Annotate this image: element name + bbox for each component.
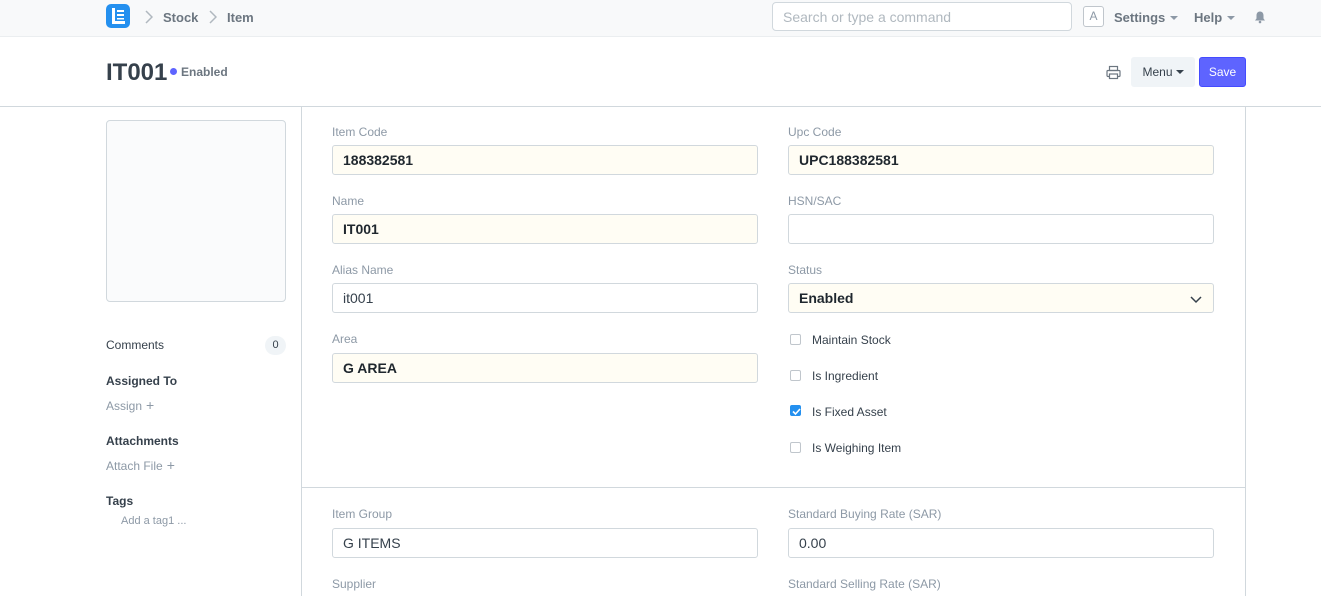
- maintain-stock-checkbox[interactable]: [790, 334, 801, 345]
- standard-selling-rate-label: Standard Selling Rate (SAR): [788, 577, 941, 591]
- help-label: Help: [1194, 10, 1223, 25]
- is-ingredient-label: Is Ingredient: [812, 369, 879, 383]
- item-code-field[interactable]: 188382581: [332, 145, 758, 175]
- name-field[interactable]: IT001: [332, 214, 758, 244]
- is-fixed-asset-label: Is Fixed Asset: [812, 405, 887, 419]
- breadcrumb-stock[interactable]: Stock: [163, 10, 198, 25]
- name-label: Name: [332, 194, 365, 208]
- navbar: Stock Item A Settings Help: [0, 0, 1321, 37]
- supplier-label: Supplier: [332, 577, 377, 591]
- hsn-sac-field[interactable]: [788, 214, 1214, 244]
- is-ingredient-checkbox[interactable]: [790, 370, 801, 381]
- header-divider: [0, 106, 1321, 107]
- plus-icon: +: [166, 457, 175, 473]
- page-title: IT001: [106, 59, 168, 86]
- is-fixed-asset-checkbox[interactable]: [790, 405, 801, 416]
- comments-label: Comments: [106, 338, 165, 352]
- upc-code-field[interactable]: UPC188382581: [788, 145, 1214, 175]
- menu-button[interactable]: Menu: [1131, 57, 1195, 87]
- caret-down-icon: [1175, 69, 1184, 74]
- settings-label: Settings: [1114, 10, 1166, 25]
- status-select[interactable]: Enabled: [788, 283, 1214, 313]
- item-image-placeholder[interactable]: [106, 120, 286, 302]
- caret-down-icon: [1227, 15, 1236, 20]
- settings-menu[interactable]: Settings: [1114, 10, 1179, 25]
- attachments-heading: Attachments: [106, 434, 179, 448]
- status-badge: Enabled: [181, 65, 228, 79]
- form-border: [301, 107, 302, 596]
- item-code-label: Item Code: [332, 125, 388, 139]
- assign-link[interactable]: Assign +: [106, 397, 154, 413]
- caret-down-icon: [1170, 15, 1179, 20]
- chevron-right-icon: [209, 10, 217, 24]
- avatar[interactable]: A: [1083, 6, 1104, 27]
- chevron-down-icon: [1190, 296, 1202, 304]
- search-input[interactable]: [772, 2, 1072, 31]
- is-weighing-item-checkbox[interactable]: [790, 442, 801, 453]
- checkmark-icon: [792, 408, 801, 416]
- menu-label: Menu: [1142, 65, 1173, 79]
- print-icon[interactable]: [1106, 65, 1121, 80]
- add-tag-input[interactable]: Add a tag1 ...: [121, 515, 186, 527]
- maintain-stock-label: Maintain Stock: [812, 333, 891, 347]
- comments-count-badge: 0: [265, 336, 286, 355]
- status-label: Status: [788, 263, 823, 277]
- is-weighing-item-label: Is Weighing Item: [812, 441, 902, 455]
- attach-file-label: Attach File: [106, 459, 163, 473]
- hsn-sac-label: HSN/SAC: [788, 194, 842, 208]
- status-indicator-dot: [170, 68, 177, 75]
- alias-name-label: Alias Name: [332, 263, 394, 277]
- plus-icon: +: [146, 397, 155, 413]
- app-logo-icon[interactable]: [106, 4, 130, 28]
- chevron-right-icon: [145, 10, 153, 24]
- save-button[interactable]: Save: [1199, 57, 1246, 87]
- assigned-to-heading: Assigned To: [106, 374, 178, 388]
- alias-name-field[interactable]: it001: [332, 283, 758, 313]
- item-group-label: Item Group: [332, 507, 393, 521]
- status-select-value: Enabled: [799, 290, 854, 306]
- standard-buying-rate-label: Standard Buying Rate (SAR): [788, 507, 942, 521]
- area-label: Area: [332, 332, 358, 346]
- tags-heading: Tags: [106, 494, 134, 508]
- bell-icon[interactable]: [1253, 10, 1267, 24]
- assign-link-label: Assign: [106, 399, 143, 413]
- form-border: [1245, 107, 1246, 596]
- attach-file-link[interactable]: Attach File +: [106, 457, 175, 473]
- item-group-field[interactable]: G ITEMS: [332, 528, 758, 558]
- section-divider: [302, 487, 1245, 488]
- upc-code-label: Upc Code: [788, 125, 842, 139]
- help-menu[interactable]: Help: [1194, 10, 1236, 25]
- breadcrumb-item[interactable]: Item: [227, 10, 254, 25]
- standard-buying-rate-field[interactable]: 0.00: [788, 528, 1214, 558]
- area-field[interactable]: G AREA: [332, 353, 758, 383]
